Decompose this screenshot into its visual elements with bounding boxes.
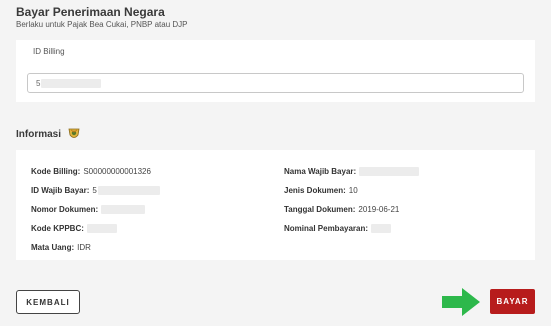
nomor-dokumen-label: Nomor Dokumen: xyxy=(31,205,99,214)
info-title-text: Informasi xyxy=(16,128,62,140)
mata-uang-value: IDR xyxy=(77,243,91,252)
nomor-dokumen-row: Nomor Dokumen: xyxy=(31,205,146,214)
mata-uang-label: Mata Uang: xyxy=(31,243,75,252)
jenis-dokumen-value: 10 xyxy=(348,186,358,195)
redacted-block xyxy=(41,78,102,88)
id-wajib-bayar-value: 5 xyxy=(92,186,97,195)
billing-id-input[interactable]: 5 xyxy=(27,73,524,93)
kode-billing-value: S00000000001326 xyxy=(83,167,151,176)
redacted-block xyxy=(86,224,117,233)
jenis-dokumen-label: Jenis Dokumen: xyxy=(284,186,346,195)
jenis-dokumen-row: Jenis Dokumen: 10 xyxy=(284,186,358,195)
badge-icon xyxy=(68,128,80,138)
kembali-button[interactable]: KEMBALI xyxy=(16,290,80,314)
page-subtitle: Berlaku untuk Pajak Bea Cukai, PNBP atau… xyxy=(16,20,188,29)
billing-card: ID Billing 5 xyxy=(16,40,535,102)
redacted-block xyxy=(97,186,160,195)
nominal-pembayaran-row: Nominal Pembayaran: xyxy=(284,224,392,233)
bayar-button[interactable]: BAYAR xyxy=(490,289,535,314)
id-wajib-bayar-row: ID Wajib Bayar: 5 xyxy=(31,186,160,195)
nama-wajib-bayar-label: Nama Wajib Bayar: xyxy=(284,167,357,176)
id-wajib-bayar-label: ID Wajib Bayar: xyxy=(31,186,90,195)
kode-kppbc-row: Kode KPPBC: xyxy=(31,224,117,233)
info-section-title: Informasi xyxy=(16,127,81,141)
arrow-right-icon xyxy=(442,288,480,316)
kode-kppbc-label: Kode KPPBC: xyxy=(31,224,84,233)
billing-label: ID Billing xyxy=(33,47,65,56)
page-title: Bayar Penerimaan Negara xyxy=(16,5,165,19)
kode-billing-label: Kode Billing: xyxy=(31,167,81,176)
billing-id-value: 5 xyxy=(36,78,41,88)
mata-uang-row: Mata Uang: IDR xyxy=(31,243,91,252)
tanggal-dokumen-value: 2019-06-21 xyxy=(358,205,400,214)
info-card: Kode Billing: S00000000001326 ID Wajib B… xyxy=(16,150,535,260)
tanggal-dokumen-row: Tanggal Dokumen: 2019-06-21 xyxy=(284,205,399,214)
kode-billing-row: Kode Billing: S00000000001326 xyxy=(31,167,151,176)
tanggal-dokumen-label: Tanggal Dokumen: xyxy=(284,205,356,214)
nama-wajib-bayar-row: Nama Wajib Bayar: xyxy=(284,167,420,176)
redacted-block xyxy=(371,224,392,233)
nominal-pembayaran-label: Nominal Pembayaran: xyxy=(284,224,369,233)
redacted-block xyxy=(359,167,420,176)
redacted-block xyxy=(101,205,146,214)
